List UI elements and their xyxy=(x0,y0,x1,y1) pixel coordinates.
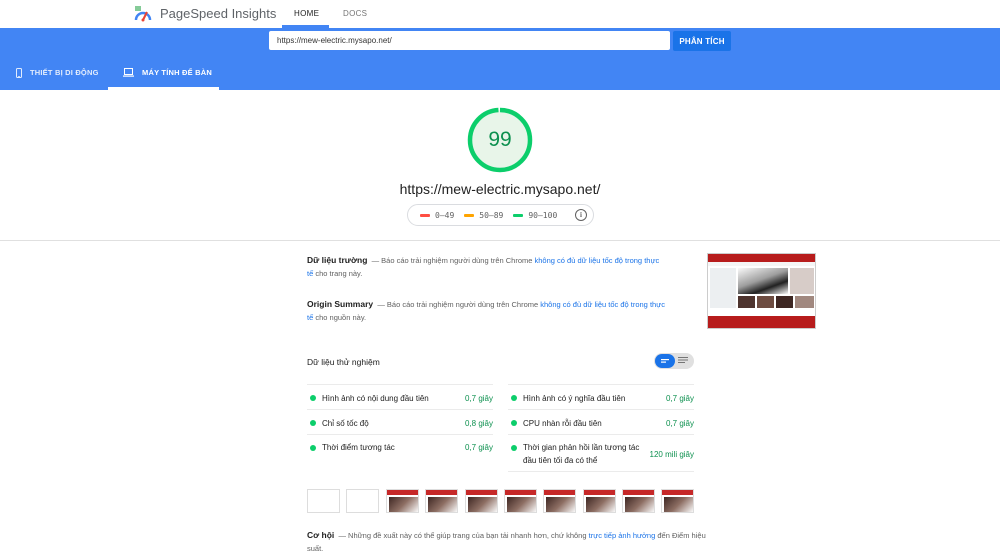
field-data-text: — Báo cáo trải nghiệm người dùng trên Ch… xyxy=(371,256,533,265)
legend-item-poor: 0–49 xyxy=(420,211,454,220)
tab-mobile-label: THIẾT BỊ DI ĐỘNG xyxy=(30,68,99,77)
info-icon[interactable]: i xyxy=(575,209,587,221)
pagespeed-logo-icon xyxy=(134,6,152,22)
filmstrip-frame xyxy=(661,489,694,513)
metric-status-dot xyxy=(310,420,316,426)
toggle-compact-view[interactable] xyxy=(655,354,675,368)
metric-first-cpu-idle: CPU nhàn rỗi đầu tiên 0,7 giây xyxy=(508,409,694,434)
legend-item-average: 50–89 xyxy=(464,211,503,220)
metric-value: 0,7 giây xyxy=(464,394,493,403)
metric-status-dot xyxy=(511,395,517,401)
field-data-title: Dữ liệu trường xyxy=(307,255,368,265)
list-expanded-icon[interactable] xyxy=(678,357,688,365)
filmstrip-frame xyxy=(504,489,537,513)
nav-tab-docs[interactable]: DOCS xyxy=(343,9,367,18)
metric-fcp: Hình ảnh có nội dung đầu tiên 0,7 giây xyxy=(307,384,493,409)
origin-summary-title: Origin Summary xyxy=(307,299,374,309)
phone-icon xyxy=(16,68,22,78)
metric-label: Chỉ số tốc độ xyxy=(322,419,369,428)
filmstrip-frame xyxy=(543,489,576,513)
opportunities-link[interactable]: trực tiếp ảnh hưởng xyxy=(589,531,656,540)
legend-label: 0–49 xyxy=(435,210,455,220)
metric-value: 0,7 giây xyxy=(464,443,493,452)
metric-status-dot xyxy=(511,445,517,451)
origin-summary-text: — Báo cáo trải nghiệm người dùng trên Ch… xyxy=(377,300,539,309)
metric-max-fid: Thời gian phản hồi lần tương tác đầu tiê… xyxy=(508,434,694,472)
score-legend: 0–49 50–89 90–100 i xyxy=(407,204,594,226)
performance-score: 99 xyxy=(488,128,512,151)
legend-bar-orange xyxy=(464,213,475,217)
device-tab-indicator xyxy=(108,87,219,90)
filmstrip-frame xyxy=(346,489,379,513)
list-compact-icon xyxy=(661,359,669,363)
metric-tti: Thời điểm tương tác 0,7 giây xyxy=(307,434,493,472)
legend-label: 50–89 xyxy=(479,210,504,220)
analyze-button[interactable]: PHÂN TÍCH xyxy=(673,31,731,51)
origin-summary-section: Origin Summary — Báo cáo trải nghiệm ngư… xyxy=(307,298,667,324)
field-data-suffix: cho trang này. xyxy=(315,269,363,278)
metric-value: 120 mili giây xyxy=(649,450,694,459)
metric-fmp: Hình ảnh có ý nghĩa đầu tiên 0,7 giây xyxy=(508,384,694,409)
section-divider xyxy=(0,240,1000,241)
metric-value: 0,7 giây xyxy=(665,394,694,403)
filmstrip-frame xyxy=(622,489,655,513)
url-input[interactable] xyxy=(269,31,670,50)
nav-tab-home[interactable]: HOME xyxy=(294,9,319,18)
page-screenshot-thumbnail xyxy=(707,253,816,329)
metric-speed-index: Chỉ số tốc độ 0,8 giây xyxy=(307,409,493,434)
filmstrip-frame xyxy=(583,489,616,513)
top-bar: PageSpeed Insights HOME DOCS xyxy=(0,0,1000,28)
metric-status-dot xyxy=(511,420,517,426)
origin-summary-suffix: cho nguồn này. xyxy=(315,313,367,322)
filmstrip-frame xyxy=(307,489,340,513)
filmstrip-frame xyxy=(386,489,419,513)
brand-title: PageSpeed Insights xyxy=(160,6,277,21)
metric-label: Hình ảnh có nội dung đầu tiên xyxy=(322,394,429,403)
tab-desktop-label: MÁY TÍNH ĐỂ BÀN xyxy=(142,68,212,77)
legend-item-good: 90–100 xyxy=(513,211,557,220)
metric-label: Thời điểm tương tác xyxy=(322,443,395,452)
metric-label: Hình ảnh có ý nghĩa đầu tiên xyxy=(523,394,626,403)
legend-bar-red xyxy=(420,213,430,217)
legend-label: 90–100 xyxy=(528,210,558,220)
tab-mobile[interactable]: THIẾT BỊ DI ĐỘNG xyxy=(16,68,99,90)
filmstrip-frame xyxy=(465,489,498,513)
metric-label: Thời gian phản hồi lần tương tác đầu tiê… xyxy=(523,443,640,465)
metric-status-dot xyxy=(310,445,316,451)
filmstrip-frame xyxy=(425,489,458,513)
lab-data-title: Dữ liệu thử nghiệm xyxy=(307,357,380,367)
analyzed-url: https://mew-electric.mysapo.net/ xyxy=(399,181,601,197)
field-data-section: Dữ liệu trường — Báo cáo trải nghiệm ngư… xyxy=(307,254,667,280)
opportunities-text: — Những đề xuất này có thể giúp trang củ… xyxy=(338,531,587,540)
opportunities-section: Cơ hội — Những đề xuất này có thể giúp t… xyxy=(307,529,707,555)
legend-bar-green xyxy=(513,213,524,217)
view-toggle[interactable] xyxy=(654,353,694,369)
metric-status-dot xyxy=(310,395,316,401)
metric-value: 0,8 giây xyxy=(464,419,493,428)
metric-value: 0,7 giây xyxy=(665,419,694,428)
opportunities-title: Cơ hội xyxy=(307,530,335,540)
laptop-icon xyxy=(123,68,134,77)
metric-label: CPU nhàn rỗi đầu tiên xyxy=(523,419,602,428)
search-band: PHÂN TÍCH THIẾT BỊ DI ĐỘNG MÁY TÍNH ĐỂ B… xyxy=(0,28,1000,90)
